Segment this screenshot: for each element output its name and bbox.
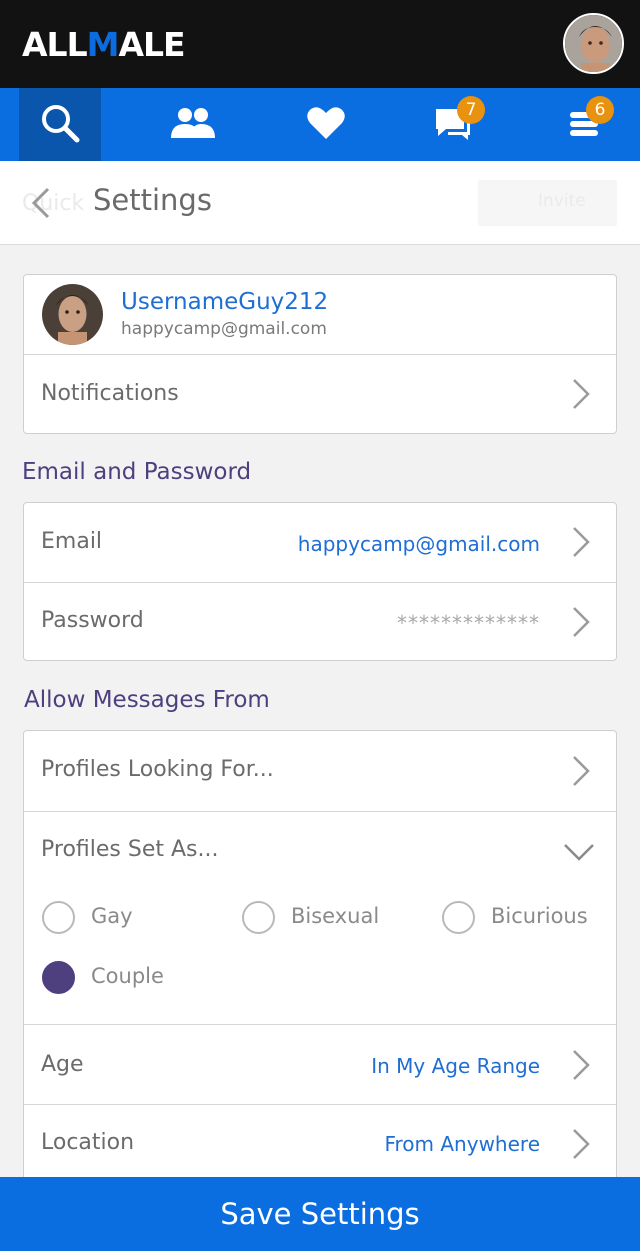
- age-row[interactable]: Age In My Age Range: [24, 1024, 616, 1104]
- looking-for-row[interactable]: Profiles Looking For...: [24, 731, 616, 811]
- logo[interactable]: ALL M ALE: [22, 24, 186, 64]
- logo-text-left: ALL: [22, 24, 88, 64]
- radio-bicurious[interactable]: [442, 901, 475, 934]
- email-label: Email: [41, 529, 103, 554]
- radio-label-bisexual: Bisexual: [291, 904, 380, 928]
- looking-for-label: Profiles Looking For...: [41, 757, 274, 782]
- age-label: Age: [41, 1052, 84, 1077]
- chevron-left-icon[interactable]: [28, 185, 56, 221]
- search-icon: [39, 102, 81, 148]
- password-label: Password: [41, 608, 144, 633]
- ghost-invite-button: Invite: [478, 180, 617, 226]
- section-allow-messages: Allow Messages From: [24, 687, 270, 713]
- email-value: happycamp@gmail.com: [297, 532, 540, 556]
- logo-mark: M: [86, 24, 120, 64]
- chevron-right-icon: [570, 1127, 592, 1161]
- top-bar: ALL M ALE: [0, 0, 640, 88]
- password-value: *************: [397, 611, 540, 635]
- section-email-password: Email and Password: [22, 459, 252, 485]
- radio-bisexual[interactable]: [242, 901, 275, 934]
- password-row[interactable]: Password *************: [24, 582, 616, 660]
- ghost-invite-label: Invite: [538, 191, 586, 211]
- page-title: Settings: [93, 183, 212, 217]
- chevron-right-icon: [570, 605, 592, 639]
- nav-search[interactable]: [19, 88, 101, 161]
- location-label: Location: [41, 1130, 135, 1155]
- email-row[interactable]: Email happycamp@gmail.com: [24, 503, 616, 582]
- notifications-row[interactable]: Notifications: [24, 354, 616, 433]
- avatar: [42, 284, 103, 345]
- main-nav: 7 6: [0, 88, 640, 161]
- profile-card: UsernameGuy212 happycamp@gmail.com Notif…: [23, 274, 617, 434]
- age-value: In My Age Range: [371, 1054, 540, 1078]
- set-as-label[interactable]: Profiles Set As...: [41, 837, 218, 862]
- user-email: happycamp@gmail.com: [121, 319, 327, 339]
- chevron-right-icon: [570, 1048, 592, 1082]
- nav-favorites[interactable]: [285, 88, 367, 161]
- menu-badge: 6: [586, 96, 614, 124]
- username: UsernameGuy212: [121, 289, 329, 315]
- people-icon: [170, 106, 216, 144]
- save-settings-button[interactable]: Save Settings: [0, 1177, 640, 1251]
- nav-menu[interactable]: 6: [543, 88, 625, 161]
- notifications-label: Notifications: [41, 381, 179, 406]
- messages-card: Profiles Looking For... Profiles Set As.…: [23, 730, 617, 1200]
- chevron-down-icon[interactable]: [562, 842, 596, 862]
- logo-text-right: ALE: [118, 24, 185, 64]
- nav-messages[interactable]: 7: [412, 88, 494, 161]
- nav-friends[interactable]: [152, 88, 234, 161]
- account-card: Email happycamp@gmail.com Password *****…: [23, 502, 617, 661]
- heart-icon: [307, 106, 345, 144]
- chevron-right-icon: [570, 754, 592, 788]
- messages-badge: 7: [457, 96, 485, 124]
- radio-label-bicurious: Bicurious: [491, 904, 588, 928]
- radio-gay[interactable]: [42, 901, 75, 934]
- radio-label-couple: Couple: [91, 964, 164, 988]
- user-avatar[interactable]: [563, 13, 624, 74]
- radio-couple[interactable]: [42, 961, 75, 994]
- location-value: From Anywhere: [384, 1132, 540, 1156]
- radio-label-gay: Gay: [91, 904, 133, 928]
- chevron-right-icon: [570, 525, 592, 559]
- set-as-row: Profiles Set As... Gay Bisexual Bicuriou…: [24, 811, 616, 1024]
- chevron-right-icon: [570, 377, 592, 411]
